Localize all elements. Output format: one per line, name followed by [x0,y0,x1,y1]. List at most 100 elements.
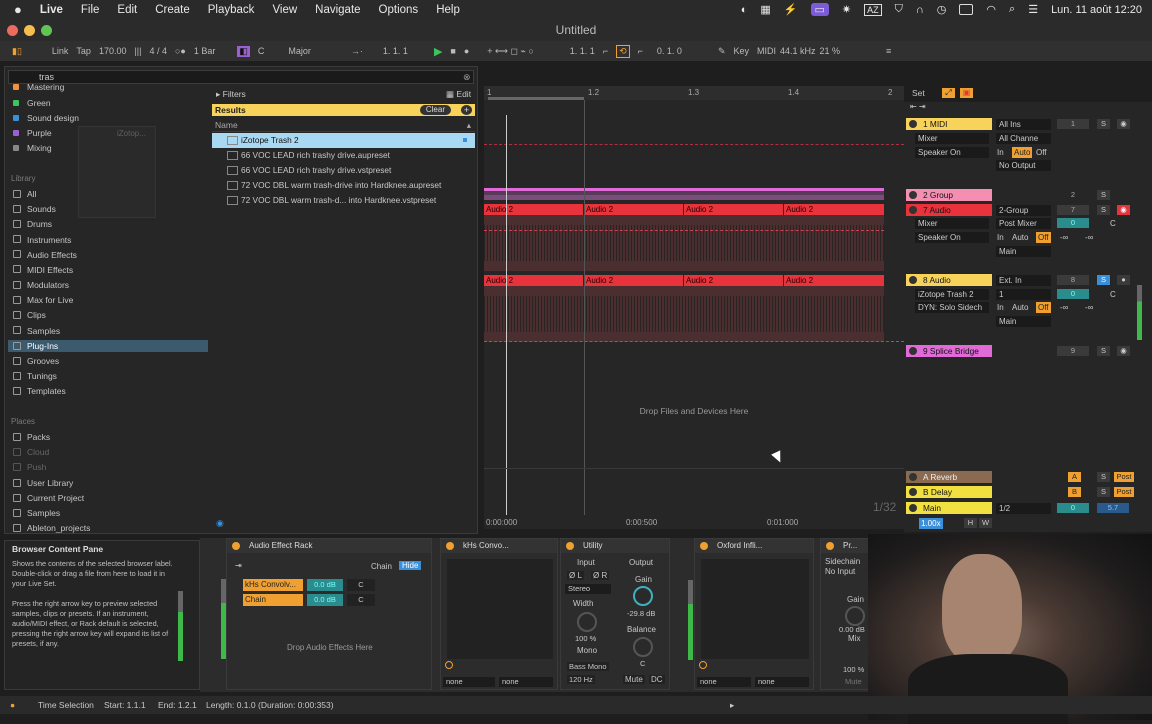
rack-macro-icon[interactable]: ⇥ [235,561,242,570]
grid-status-icon[interactable]: ▦ [760,3,770,16]
audio-effect-rack[interactable]: Audio Effect Rack ⇥ Chain Hide kHs Convo… [221,538,432,690]
play-button[interactable]: ▶ [434,45,442,58]
place-push[interactable]: Push [27,462,46,472]
track-title-b-delay[interactable]: B Delay [906,486,992,498]
monitor-in-label[interactable]: In [997,302,1004,313]
track-number[interactable]: 7 [1057,205,1089,215]
monitor-off-button[interactable]: Off [1036,147,1047,158]
device-title-bar[interactable]: Oxford Infli... [695,539,813,553]
gain-knob[interactable] [845,606,865,626]
result-row[interactable]: iZotope Trash 2 [212,133,475,148]
filters-toggle[interactable]: ▸ Filters [216,89,246,100]
send-a[interactable]: -∞ [1060,302,1068,313]
output-select[interactable]: Speaker On [915,147,989,158]
battery-icon[interactable] [959,4,974,15]
khs-convolver-device[interactable]: kHs Convo... none none [440,538,558,690]
solo-button[interactable]: S [1097,275,1110,285]
arm-button[interactable]: ◉ [1117,346,1130,356]
device-title-bar[interactable]: Utility [561,539,669,553]
post-button[interactable]: Post [1114,472,1134,482]
result-row[interactable]: 66 VOC LEAD rich trashy drive.vstpreset [212,163,475,178]
record-button[interactable]: ● [464,46,469,56]
track-nav-icon[interactable]: ⇤ ⇥ [910,102,926,111]
send-b[interactable]: -∞ [1085,302,1093,313]
preview-icon[interactable]: ◉ [216,518,224,529]
track-title-9-splice-bridge[interactable]: 9 Splice Bridge [906,345,992,357]
post-button[interactable]: Post [1114,487,1134,497]
chain-volume[interactable]: 0.0 dB [307,594,343,606]
midi-map-button[interactable]: MIDI [757,46,776,56]
punch-in-icon[interactable]: ⌐ [603,46,608,56]
library-templates[interactable]: Templates [27,386,66,396]
place-packs[interactable]: Packs [27,432,50,442]
mute-button[interactable]: Mute [845,677,862,686]
tempo-field[interactable]: 170.00 [99,46,127,56]
solo-button[interactable]: S [1097,190,1110,200]
menu-icon[interactable]: ≡ [886,46,891,56]
monitor-off-button[interactable]: Off [1036,232,1051,243]
mute-button[interactable]: Mute [623,675,645,684]
monitor-in-label[interactable]: In [997,147,1004,158]
volume-field[interactable]: 0 [1057,289,1089,299]
track-title-main[interactable]: Main [906,502,992,514]
fold-icon[interactable] [909,473,917,481]
clip-header[interactable]: Audio 2 [584,275,683,286]
monitor-off-button[interactable]: Off [1036,302,1051,313]
library-sounds[interactable]: Sounds [27,204,56,214]
collection-green[interactable]: Green [13,98,51,108]
monitor-auto-button[interactable]: Auto [1012,302,1028,313]
place-user-library[interactable]: User Library [27,478,73,488]
automation-icons[interactable]: + ⟷ ◻ ⌁ ○ [487,46,534,57]
main-volume[interactable]: 5.7 [1097,503,1129,513]
menu-view[interactable]: View [272,4,297,16]
maximize-window-button[interactable] [41,25,52,36]
clip-header[interactable]: Audio 2 [484,204,583,215]
bass-mono-button[interactable]: Bass Mono [567,662,609,671]
draw-arrow-icon[interactable]: ⤢ [942,88,955,98]
punch-out-icon[interactable]: ⌐ [638,46,643,56]
loop-button[interactable]: ⟲ [616,44,630,58]
time-ruler[interactable]: 0:00:000 0:00:500 0:01:000 [484,515,904,529]
result-row[interactable]: 72 VOC DBL warm trash-drive into Hardkne… [212,178,475,193]
plugin-edit-icon[interactable] [699,661,707,669]
menu-navigate[interactable]: Navigate [315,4,360,16]
collection-purple[interactable]: Purple [13,128,52,138]
library-modulators[interactable]: Modulators [27,280,69,290]
speed-field[interactable]: 1.00x [919,518,943,529]
output-select[interactable]: DYN: Solo Sidech [915,302,989,313]
menu-playback[interactable]: Playback [208,4,255,16]
send-b[interactable]: -∞ [1085,232,1093,243]
output-route-select[interactable]: Main [996,246,1051,257]
layout-icon[interactable]: ▮▯ [12,46,22,57]
mono-button[interactable]: Mono [577,646,597,655]
name-column-header[interactable]: Name ▴ [212,120,475,132]
metronome-icon[interactable]: ○● [175,46,186,56]
minimize-window-button[interactable] [24,25,35,36]
clock-icon[interactable]: ◷ [937,3,947,16]
clip-header[interactable]: Audio 2 [784,204,884,215]
output-select[interactable]: Speaker On [915,232,989,243]
post-mixer-select[interactable]: Post Mixer [996,218,1051,229]
channel-mode-select[interactable]: Stereo [565,584,611,594]
output-route-select[interactable]: Main [996,316,1051,327]
link-button[interactable]: Link [52,46,69,56]
h-button[interactable]: H [964,518,977,528]
device-title-bar[interactable]: Audio Effect Rack [227,539,431,553]
library-tunings[interactable]: Tunings [27,371,57,381]
arrangement-position[interactable]: 1. 1. 1 [383,46,408,56]
expand-arrow-icon[interactable]: ▸ [730,696,734,714]
input-channel-select[interactable]: All Channe [996,133,1051,144]
library-all[interactable]: All [27,189,36,199]
width-knob[interactable] [577,612,597,632]
nudge-icon[interactable]: ||| [134,46,141,56]
browser-search-input[interactable]: tras [8,70,474,84]
library-instruments[interactable]: Instruments [27,235,71,245]
input-channel-select[interactable]: 1 [996,289,1051,300]
clip-header[interactable]: Audio 2 [784,275,884,286]
library-grooves[interactable]: Grooves [27,356,59,366]
output-route-select[interactable]: No Output [996,160,1051,171]
arm-button[interactable]: ◉ [1117,119,1130,129]
gain-value[interactable]: -29.8 dB [627,609,655,618]
collection-mixing[interactable]: Mixing [13,143,52,153]
menu-app[interactable]: Live [40,4,63,16]
